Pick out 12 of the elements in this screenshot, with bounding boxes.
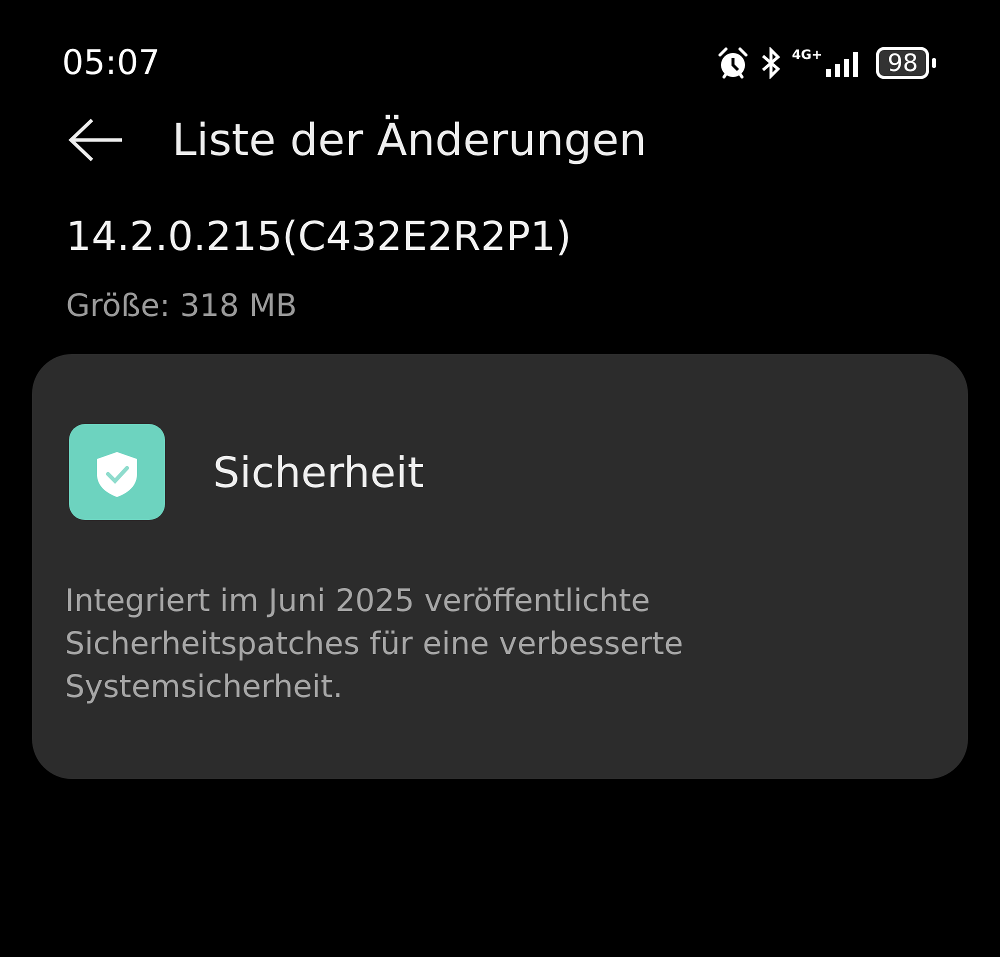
shield-check-icon <box>69 424 165 520</box>
section-description: Integriert im Juni 2025 veröffentlichte Sicherheitspatches für eine verbesserte Systemsicherheit. <box>65 582 684 707</box>
update-size: Größe: 318 MB <box>66 288 298 324</box>
network-type-label: 4G+ <box>792 49 822 62</box>
bluetooth-icon <box>760 47 782 79</box>
status-time: 05:07 <box>62 43 160 83</box>
battery-level: 98 <box>876 47 929 79</box>
page-title: Liste der Änderungen <box>172 114 647 166</box>
version-number: 14.2.0.215(C432E2R2P1) <box>66 214 572 260</box>
section-title: Sicherheit <box>213 448 424 496</box>
alarm-clock-icon <box>716 46 750 80</box>
back-button[interactable] <box>68 118 124 162</box>
